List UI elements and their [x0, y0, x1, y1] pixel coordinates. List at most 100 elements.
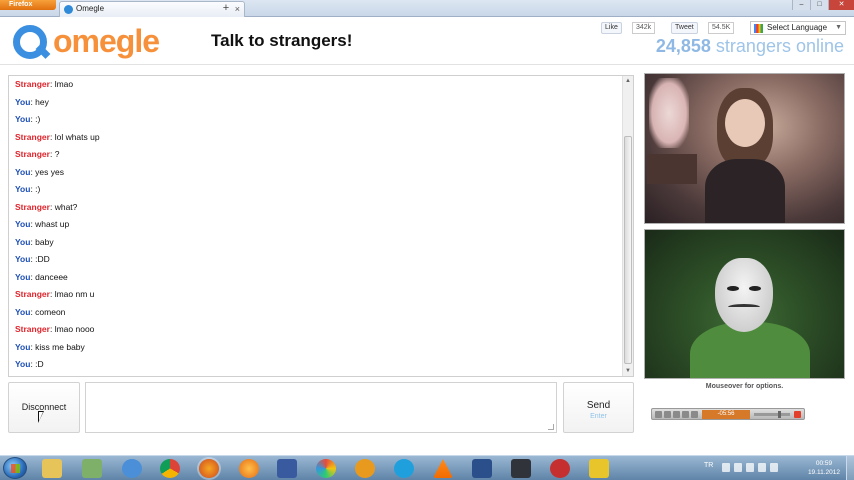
chat-message: You: :)	[15, 111, 615, 129]
chat-message: You: kiss me baby	[15, 339, 615, 357]
scroll-down-icon[interactable]: ▼	[623, 366, 633, 376]
tool-icon[interactable]	[589, 459, 609, 478]
player-time: -05:56	[702, 410, 750, 419]
message-text: :)	[35, 114, 41, 124]
video-person-face	[725, 99, 765, 147]
forward-icon[interactable]	[691, 411, 698, 418]
stop-icon[interactable]	[673, 411, 680, 418]
pen-tool-icon[interactable]	[277, 459, 297, 478]
minimize-icon[interactable]: –	[792, 0, 810, 10]
send-button[interactable]: Send Enter	[563, 382, 634, 433]
message-author: Stranger	[15, 289, 50, 299]
input-language[interactable]: TR	[704, 462, 713, 469]
tab-title: Omegle	[76, 4, 105, 13]
rewind-icon[interactable]	[682, 411, 689, 418]
facebook-like-button[interactable]: Like	[601, 22, 622, 34]
taskbar-clock[interactable]: 00:59 19.11.2012	[808, 459, 840, 477]
video-window-light	[649, 78, 689, 148]
disconnect-button[interactable]: Disconnect	[8, 382, 80, 433]
stranger-video[interactable]	[644, 73, 845, 224]
chat-message: You: :D	[15, 356, 615, 374]
volume-icon[interactable]	[734, 463, 742, 472]
recorder-player-bar[interactable]: -05:56	[651, 408, 805, 420]
mask-left-eye	[727, 286, 739, 291]
explorer-icon[interactable]	[42, 459, 62, 478]
counter-strike-icon[interactable]	[511, 459, 531, 478]
resize-grip-icon[interactable]	[548, 424, 554, 430]
save-disk-icon[interactable]	[472, 459, 492, 478]
scroll-thumb[interactable]	[624, 136, 632, 364]
pause-icon[interactable]	[664, 411, 671, 418]
browser-tab-bar: Firefox Omegle × + – □ ✕	[0, 0, 854, 17]
chat-message: You: comeon	[15, 304, 615, 322]
video-shelf	[647, 154, 697, 184]
chat-message: You: hey	[15, 94, 615, 112]
chat-message: Stranger: lmao	[15, 76, 615, 94]
play-icon[interactable]	[655, 411, 662, 418]
self-video[interactable]	[644, 229, 845, 379]
start-button[interactable]	[3, 457, 27, 479]
skype-icon[interactable]	[394, 459, 414, 478]
window-close-icon[interactable]: ✕	[828, 0, 854, 10]
media-icon[interactable]	[239, 459, 259, 478]
network-status-icon[interactable]	[746, 463, 754, 472]
message-author: You	[15, 254, 31, 264]
chat-scrollbar[interactable]: ▲ ▼	[622, 76, 633, 376]
video-options-hint: Mouseover for options.	[705, 383, 784, 390]
chat-message: You: :DD	[15, 251, 615, 269]
utility-icon[interactable]	[355, 459, 375, 478]
tweet-count: 54.5K	[708, 22, 735, 34]
tweet-button[interactable]: Tweet	[671, 22, 698, 34]
picasa-icon[interactable]	[316, 459, 336, 478]
mouse-cursor-icon	[38, 411, 44, 423]
chat-message: Stranger: lmao nooo	[15, 321, 615, 339]
message-text: :D	[35, 359, 44, 369]
chrome-icon[interactable]	[160, 459, 180, 478]
send-label: Send	[586, 400, 611, 411]
message-input[interactable]	[85, 382, 557, 433]
chat-message: You: :)	[15, 181, 615, 199]
message-author: Stranger	[15, 131, 50, 142]
language-label: Select Language	[767, 23, 828, 32]
message-author: Stranger	[15, 79, 50, 89]
message-text: kiss me baby	[35, 341, 85, 352]
message-author: You	[15, 236, 31, 247]
message-author: You	[15, 306, 31, 317]
maximize-icon[interactable]: □	[810, 0, 828, 10]
message-author: You	[15, 219, 31, 229]
record-icon[interactable]	[794, 411, 801, 418]
tray-arrow-icon[interactable]	[722, 463, 730, 472]
chat-log[interactable]: Stranger: lmao You: hey You: :) Stranger: l…	[8, 75, 634, 377]
message-text: danceee	[35, 271, 68, 282]
chat-lines: Stranger: lmao You: hey You: :) Stranger: l…	[15, 76, 615, 374]
firefox-icon[interactable]	[199, 459, 219, 478]
message-author: Stranger	[15, 324, 50, 334]
message-author: You	[15, 114, 31, 124]
internet-explorer-icon[interactable]	[122, 459, 142, 478]
power-icon[interactable]	[770, 463, 778, 472]
message-text: :)	[35, 184, 41, 194]
new-tab-button[interactable]: +	[218, 2, 234, 15]
show-desktop-button[interactable]	[846, 456, 854, 480]
message-text: lmao nooo	[54, 324, 95, 334]
select-language-dropdown[interactable]: Select Language ▼	[750, 21, 846, 35]
flag-icon[interactable]	[758, 463, 766, 472]
firefox-menu-button[interactable]: Firefox	[0, 0, 56, 10]
message-author: You	[15, 166, 31, 177]
volume-slider[interactable]	[754, 411, 790, 418]
chat-message: You: danceee	[15, 269, 615, 287]
scroll-up-icon[interactable]: ▲	[623, 76, 633, 86]
message-text: lol whats up	[54, 131, 100, 142]
logo-text[interactable]: omegle	[53, 23, 160, 60]
message-author: You	[15, 96, 31, 107]
tab-close-icon[interactable]: ×	[235, 2, 240, 16]
online-suffix: strangers online	[710, 36, 844, 56]
vlc-icon[interactable]	[433, 459, 453, 478]
game-icon[interactable]	[550, 459, 570, 478]
network-icon[interactable]	[82, 459, 102, 478]
message-text: lmao	[54, 79, 74, 89]
omegle-logo-icon[interactable]	[13, 25, 47, 59]
like-count: 342k	[632, 22, 656, 34]
message-author: Stranger	[15, 149, 50, 159]
chat-message: You: yes yes	[15, 164, 615, 182]
